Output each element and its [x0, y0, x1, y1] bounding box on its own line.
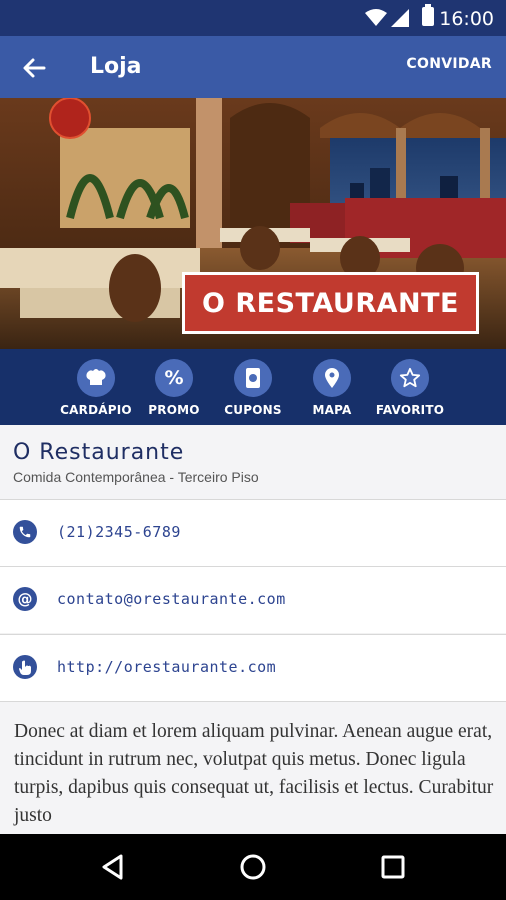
restaurant-logo-badge: O RESTAURANTE — [182, 272, 479, 334]
coupon-icon — [234, 359, 272, 397]
map-label: MAPA — [312, 403, 352, 417]
phone-icon — [13, 520, 37, 544]
system-nav-bar — [0, 834, 506, 900]
email-address: contato@orestaurante.com — [57, 590, 286, 608]
website-row[interactable]: http://orestaurante.com — [0, 634, 506, 701]
percent-icon: % — [155, 359, 193, 397]
phone-row[interactable]: (21)2345-6789 — [0, 499, 506, 566]
nav-recents-icon[interactable] — [378, 852, 408, 882]
description-text: Donec at diam et lorem aliquam pulvinar.… — [14, 721, 494, 826]
signal-icon — [391, 9, 409, 27]
app-bar: Loja CONVIDAR — [0, 36, 506, 98]
promo-button[interactable]: % PROMO — [135, 359, 213, 417]
map-pin-icon — [313, 359, 351, 397]
store-name: O Restaurante — [13, 440, 185, 465]
status-bar: 16:00 — [0, 0, 506, 36]
email-at-icon: @ — [13, 587, 37, 611]
email-row[interactable]: @ contato@orestaurante.com — [0, 566, 506, 633]
favorite-button[interactable]: FAVORITO — [371, 359, 449, 417]
wifi-icon — [365, 9, 387, 26]
action-bar: CARDÁPIO % PROMO CUPONS MAPA FAVORITO — [0, 349, 506, 425]
map-button[interactable]: MAPA — [293, 359, 371, 417]
page-title: Loja — [90, 54, 142, 79]
battery-icon — [422, 4, 434, 26]
menu-label: CARDÁPIO — [60, 403, 132, 417]
coupons-label: CUPONS — [224, 403, 282, 417]
phone-number: (21)2345-6789 — [57, 523, 181, 541]
star-icon — [391, 359, 429, 397]
store-info: O Restaurante Comida Contemporânea - Ter… — [0, 425, 506, 499]
menu-button[interactable]: CARDÁPIO — [57, 359, 135, 417]
chef-hat-icon — [77, 359, 115, 397]
nav-back-icon[interactable] — [98, 852, 128, 882]
nav-home-icon[interactable] — [238, 852, 268, 882]
pointer-hand-icon — [13, 655, 37, 679]
invite-button[interactable]: CONVIDAR — [406, 56, 492, 72]
store-subtitle: Comida Contemporânea - Terceiro Piso — [13, 469, 259, 485]
store-description: Donec at diam et lorem aliquam pulvinar.… — [0, 701, 506, 835]
coupons-button[interactable]: CUPONS — [214, 359, 292, 417]
website-link: http://orestaurante.com — [57, 658, 277, 676]
favorite-label: FAVORITO — [375, 403, 445, 417]
back-arrow-icon[interactable] — [18, 52, 50, 84]
promo-label: PROMO — [148, 403, 200, 417]
status-time: 16:00 — [439, 8, 494, 30]
